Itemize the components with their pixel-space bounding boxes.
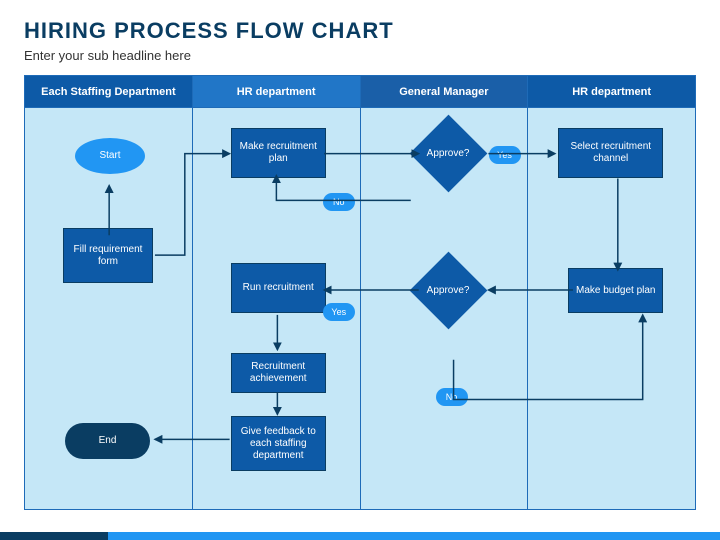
- flowchart-container: Each Staffing Department Start Fill requ…: [24, 75, 696, 510]
- lane-hr1: HR department Make recruitment plan Run …: [193, 76, 361, 509]
- lane-gm: General Manager Approve? Approve? Yes No: [361, 76, 529, 509]
- lane-header: HR department: [193, 76, 360, 108]
- yes-label: Yes: [323, 303, 355, 321]
- slide-title: HIRING PROCESS FLOW CHART: [24, 18, 696, 44]
- slide-subtitle: Enter your sub headline here: [24, 48, 696, 63]
- yes-label: Yes: [489, 146, 521, 164]
- lane-staffing: Each Staffing Department Start Fill requ…: [25, 76, 193, 509]
- lane-header: HR department: [528, 76, 695, 108]
- achieve-node: Recruitment achievement: [231, 353, 326, 393]
- no-label: No: [323, 193, 355, 211]
- feedback-node: Give feedback to each staffing departmen…: [231, 416, 326, 471]
- approve2-node: Approve?: [409, 252, 487, 330]
- no-label: No: [436, 388, 468, 406]
- select-node: Select recruitment channel: [558, 128, 663, 178]
- lane-header: General Manager: [361, 76, 528, 108]
- budget-node: Make budget plan: [568, 268, 663, 313]
- end-node: End: [65, 423, 150, 459]
- fill-form-node: Fill requirement form: [63, 228, 153, 283]
- lane-header: Each Staffing Department: [25, 76, 192, 108]
- approve1-node: Approve?: [409, 115, 487, 193]
- start-node: Start: [75, 138, 145, 174]
- footer-accent: [0, 532, 720, 540]
- plan-node: Make recruitment plan: [231, 128, 326, 178]
- run-node: Run recruitment: [231, 263, 326, 313]
- lane-hr2: HR department Select recruitment channel…: [528, 76, 695, 509]
